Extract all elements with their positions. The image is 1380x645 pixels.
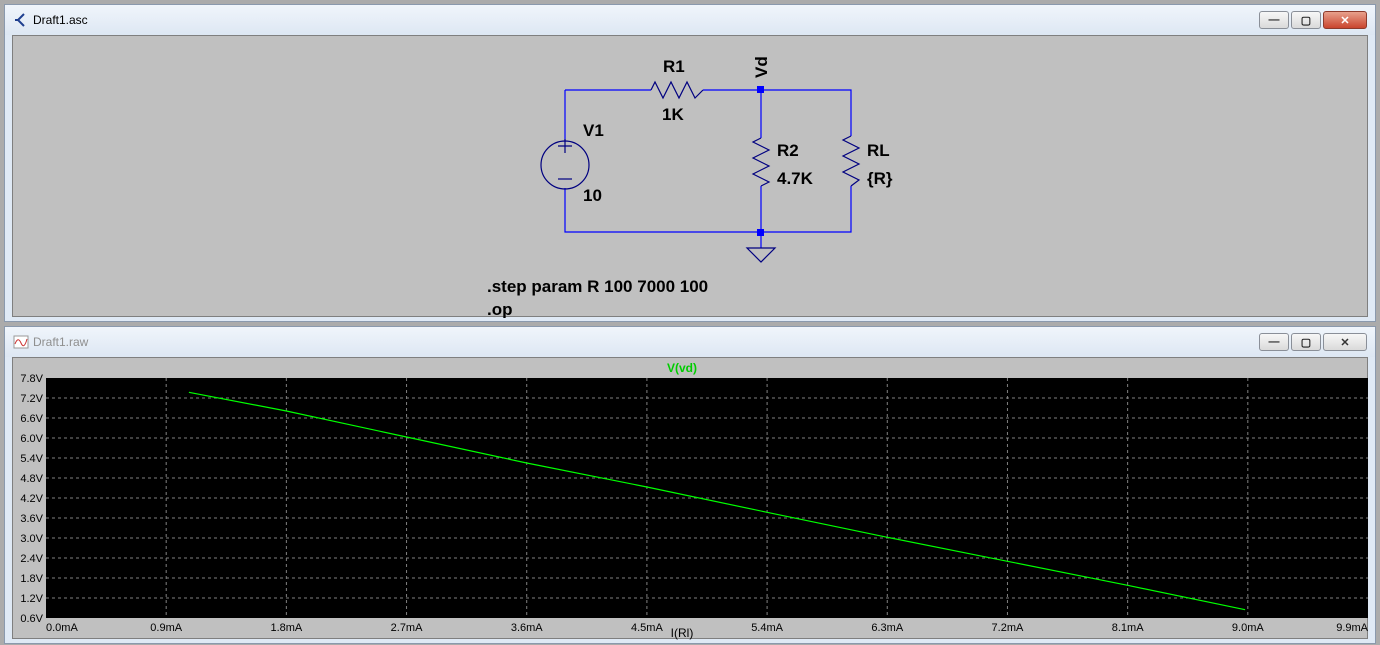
y-axis-ticks: 7.8V 7.2V 6.6V 6.0V 5.4V 4.8V 4.2V 3.6V 3.0V 2.4V…: [20, 373, 43, 625]
maximize-button[interactable]: ▢: [1291, 11, 1321, 29]
close-button[interactable]: ✕: [1323, 333, 1367, 351]
y-tick-label: 1.2V: [20, 593, 43, 605]
y-tick-label: 4.2V: [20, 493, 43, 505]
minimize-icon: —: [1268, 14, 1280, 26]
maximize-icon: ▢: [1300, 336, 1312, 349]
r1-resistor[interactable]: [650, 80, 704, 100]
v1-value-label: 10: [583, 186, 602, 205]
minimize-icon: —: [1268, 336, 1280, 348]
maximize-icon: ▢: [1300, 14, 1312, 27]
schematic-titlebar[interactable]: Draft1.asc — ▢ ✕: [5, 5, 1375, 35]
schematic-canvas[interactable]: R1 1K R2 4.7K RL {R} V1 10 Vd .step para…: [12, 35, 1369, 319]
y-tick-label: 7.2V: [20, 393, 43, 405]
ground-symbol[interactable]: [745, 247, 777, 263]
close-icon: ✕: [1340, 336, 1350, 349]
x-tick-label: 0.0mA: [46, 622, 78, 634]
plot-pane[interactable]: V(vd) 7.8V 7.2V 6.6V 6.0V 5.4V 4.8V 4.2V 3.6V 3.…: [12, 357, 1369, 640]
y-tick-label: 6.6V: [20, 413, 43, 425]
v1-name-label: V1: [583, 121, 604, 140]
y-tick-label: 3.6V: [20, 513, 43, 525]
y-tick-label: 4.8V: [20, 473, 43, 485]
schematic-window: Draft1.asc — ▢ ✕ R1 1K R2 4.7K RL {R} V1…: [4, 4, 1376, 322]
r1-value-label: 1K: [662, 105, 684, 124]
x-tick-label: 5.4mA: [751, 622, 783, 634]
junction-dot-gnd: [757, 229, 764, 236]
r2-name-label: R2: [777, 141, 799, 160]
rl-name-label: RL: [867, 141, 890, 160]
spice-directive-op[interactable]: .op: [487, 300, 513, 319]
x-axis-ticks: 0.0mA 0.9mA 1.8mA 2.7mA 3.6mA 4.5mA 5.4mA 6.3mA…: [46, 622, 1369, 634]
close-button[interactable]: ✕: [1323, 11, 1367, 29]
close-icon: ✕: [1340, 14, 1350, 27]
y-tick-label: 1.8V: [20, 573, 43, 585]
v1-voltage-source[interactable]: [540, 139, 590, 190]
x-tick-label: 9.9mA: [1336, 622, 1368, 634]
waveform-window: Draft1.raw — ▢ ✕ V(vd) 7.8V 7.2V 6.6V 6.0V 5…: [4, 326, 1376, 644]
x-tick-label: 7.2mA: [992, 622, 1024, 634]
x-tick-label: 8.1mA: [1112, 622, 1144, 634]
r1-name-label: R1: [663, 57, 685, 76]
waveform-titlebar[interactable]: Draft1.raw — ▢ ✕: [5, 327, 1375, 357]
ltspice-schematic-icon: [15, 13, 25, 27]
r2-resistor[interactable]: [751, 137, 771, 187]
y-tick-label: 6.0V: [20, 433, 43, 445]
waveform-plot[interactable]: V(vd) 7.8V 7.2V 6.6V 6.0V 5.4V 4.8V 4.2V 3.6V 3.…: [13, 358, 1369, 640]
y-tick-label: 5.4V: [20, 453, 43, 465]
x-tick-label: 2.7mA: [391, 622, 423, 634]
rl-resistor[interactable]: [841, 135, 861, 187]
y-tick-label: 3.0V: [20, 533, 43, 545]
rl-value-label: {R}: [867, 169, 893, 188]
minimize-button[interactable]: —: [1259, 11, 1289, 29]
schematic-drawing[interactable]: R1 1K R2 4.7K RL {R} V1 10 Vd .step para…: [13, 36, 1369, 319]
y-tick-label: 0.6V: [20, 613, 43, 625]
x-tick-label: 9.0mA: [1232, 622, 1264, 634]
y-tick-label: 2.4V: [20, 553, 43, 565]
x-tick-label: 6.3mA: [871, 622, 903, 634]
net-label-vd[interactable]: Vd: [752, 56, 771, 78]
maximize-button[interactable]: ▢: [1291, 333, 1321, 351]
x-tick-label: 1.8mA: [270, 622, 302, 634]
x-tick-label: 4.5mA: [631, 622, 663, 634]
x-axis-label[interactable]: I(Rl): [671, 626, 694, 640]
minimize-button[interactable]: —: [1259, 333, 1289, 351]
trace-label-vd[interactable]: V(vd): [667, 361, 697, 375]
r2-value-label: 4.7K: [777, 169, 814, 188]
spice-directive-step[interactable]: .step param R 100 7000 100: [487, 277, 708, 296]
junction-dot-vd: [757, 86, 764, 93]
y-tick-label: 7.8V: [20, 373, 43, 385]
schematic-window-title: Draft1.asc: [33, 13, 88, 27]
x-tick-label: 3.6mA: [511, 622, 543, 634]
waveform-window-title: Draft1.raw: [33, 335, 89, 349]
waveform-viewer-icon: [13, 335, 29, 349]
x-tick-label: 0.9mA: [150, 622, 182, 634]
